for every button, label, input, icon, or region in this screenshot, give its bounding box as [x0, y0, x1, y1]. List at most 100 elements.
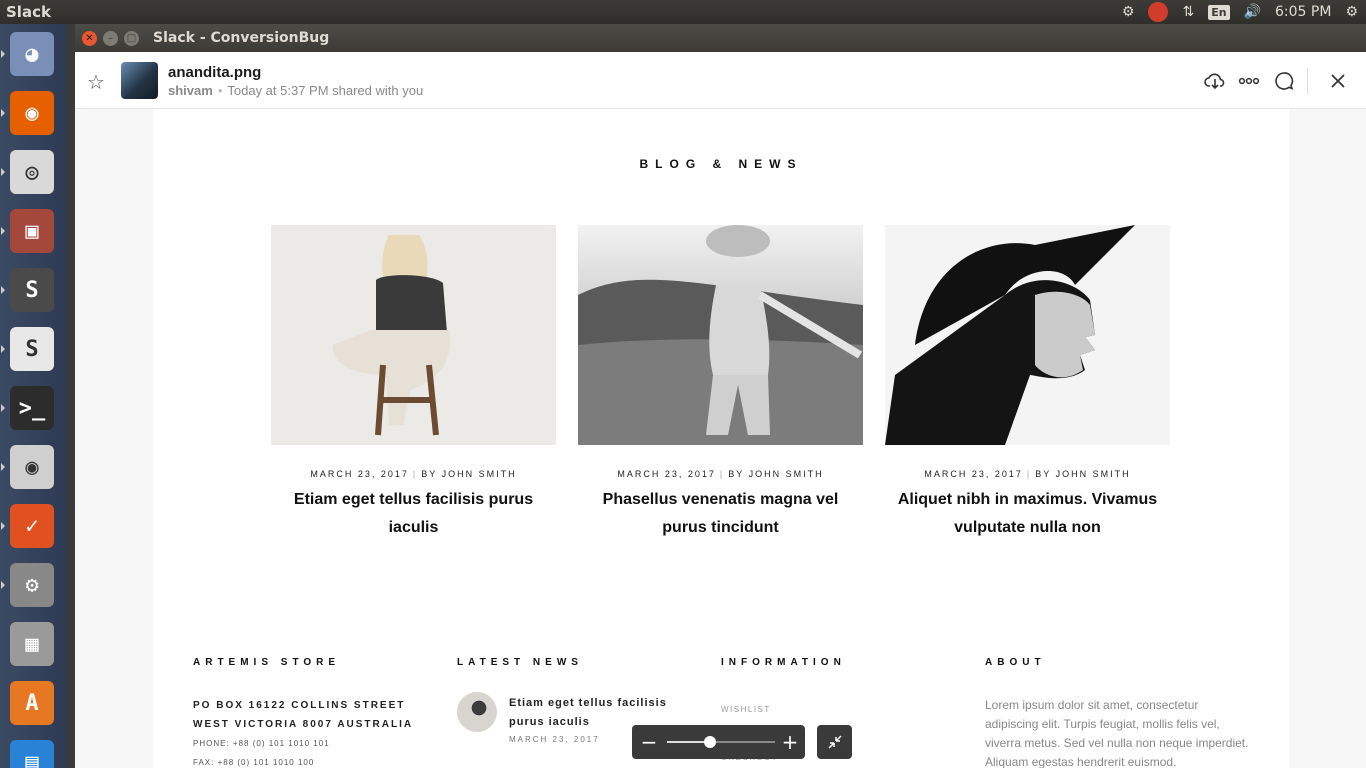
launcher-item[interactable]: S — [6, 264, 58, 316]
software-center-icon: A — [10, 681, 54, 725]
footer-news-heading: LATEST NEWS — [457, 657, 583, 668]
shared-image: BLOG & NEWS MARCH 23, 2017 | BY JOHN SMITH… — [153, 109, 1289, 768]
launcher-item[interactable]: >_ — [6, 382, 58, 434]
collapse-fit-button[interactable] — [817, 725, 852, 759]
post-photo-hat-portrait — [885, 225, 1170, 445]
avatar[interactable] — [121, 62, 158, 99]
zoom-slider-handle[interactable] — [704, 736, 716, 748]
share-time: Today at 5:37 PM shared with you — [227, 83, 424, 98]
zoom-slider[interactable] — [667, 736, 775, 748]
keyboard-layout-indicator[interactable]: En — [1208, 4, 1230, 20]
running-indicator — [1, 581, 5, 589]
window-titlebar[interactable]: ✕ – □ Slack - ConversionBug — [75, 24, 1366, 52]
files-icon: ▣ — [10, 209, 54, 253]
post-meta: MARCH 23, 2017 | BY JOHN SMITH — [617, 469, 824, 479]
file-name: anandita.png — [168, 64, 262, 81]
post-title[interactable]: Etiam eget tellus facilisis purus iaculi… — [271, 486, 556, 542]
blog-post: MARCH 23, 2017 | BY JOHN SMITH Etiam eget … — [271, 225, 556, 542]
download-icon[interactable] — [1203, 69, 1227, 93]
calculator-icon: ▦ — [10, 622, 54, 666]
more-options-icon[interactable] — [1237, 69, 1261, 93]
firefox-icon: ◉ — [10, 91, 54, 135]
window-minimize-button[interactable]: – — [103, 30, 118, 46]
inkscape-icon: ✓ — [10, 504, 54, 548]
post-date: MARCH 23, 2017 — [310, 469, 409, 479]
transfer-arrows-icon[interactable]: ⇅ — [1182, 4, 1194, 20]
indicator-area: ⚙ ⇅ En 🔊 6:05 PM ⚙ — [1122, 0, 1358, 24]
launcher-item[interactable]: ◕ — [6, 28, 58, 80]
running-indicator — [1, 522, 5, 530]
running-indicator — [1, 50, 5, 58]
footer-information-heading: INFORMATION — [721, 657, 846, 668]
file-owner[interactable]: shivam — [168, 83, 213, 98]
post-author[interactable]: BY JOHN SMITH — [728, 469, 823, 479]
collapse-arrows-icon — [827, 735, 842, 749]
power-settings-icon[interactable]: ⚙ — [1345, 4, 1358, 20]
network-error-icon[interactable] — [1148, 2, 1169, 22]
launcher-item[interactable]: ◎ — [6, 146, 58, 198]
launcher-item[interactable]: A — [6, 677, 58, 729]
launcher-item[interactable]: ⚙ — [6, 559, 58, 611]
post-date: MARCH 23, 2017 — [924, 469, 1023, 479]
news-thumbnail — [457, 692, 497, 732]
launcher-item[interactable]: S — [6, 323, 58, 375]
info-link-wishlist[interactable]: WISHLIST — [721, 698, 985, 722]
launcher-item[interactable]: ▣ — [6, 205, 58, 257]
volume-icon[interactable]: 🔊 — [1244, 4, 1261, 20]
window-maximize-button[interactable]: □ — [124, 30, 139, 46]
close-icon[interactable] — [1326, 69, 1350, 93]
footer-about-heading: ABOUT — [985, 657, 1046, 668]
system-settings-icon: ⚙ — [10, 563, 54, 607]
news-date: MARCH 23, 2017 — [509, 735, 600, 744]
image-viewer[interactable]: BLOG & NEWS MARCH 23, 2017 | BY JOHN SMITH… — [75, 109, 1366, 768]
post-title[interactable]: Phasellus venenatis magna vel purus tinc… — [578, 486, 863, 542]
store-phone: PHONE: +88 (0) 101 1010 101 — [193, 734, 457, 753]
footer-store-heading: ARTEMIS STORE — [193, 657, 341, 668]
zoom-control: − + — [632, 725, 805, 759]
launcher-item[interactable]: ◉ — [6, 87, 58, 139]
top-panel: Slack ⚙ ⇅ En 🔊 6:05 PM ⚙ — [0, 0, 1366, 24]
chrome-icon: ◎ — [10, 150, 54, 194]
launcher: ◕ ◉ ◎ ▣ S S >_ ◉ ✓ ⚙ ▦ A ▤ — [0, 24, 66, 768]
post-meta: MARCH 23, 2017 | BY JOHN SMITH — [924, 469, 1131, 479]
launcher-item[interactable]: ▤ — [6, 736, 58, 768]
address-line: PO BOX 16122 COLLINS STREET — [193, 700, 406, 711]
post-author[interactable]: BY JOHN SMITH — [421, 469, 516, 479]
footer-about-column: ABOUT Lorem ipsum dolor sit amet, consec… — [985, 657, 1249, 768]
launcher-item[interactable]: ◉ — [6, 441, 58, 493]
running-indicator — [1, 345, 5, 353]
store-fax: FAX: +88 (0) 101 1010 100 — [193, 753, 457, 768]
address-line: WEST VICTORIA 8007 AUSTRALIA — [193, 719, 414, 730]
fax-number: +88 (0) 101 1010 100 — [217, 758, 315, 767]
ubuntu-dash-icon: ◕ — [10, 32, 54, 76]
launcher-item[interactable]: ▦ — [6, 618, 58, 670]
clock[interactable]: 6:05 PM — [1275, 4, 1331, 20]
file-viewer-header: ☆ anandita.png shivam • Today at 5:37 PM s… — [75, 52, 1366, 109]
zoom-out-button[interactable]: − — [637, 730, 661, 754]
running-indicator — [1, 463, 5, 471]
store-address: PO BOX 16122 COLLINS STREET WEST VICTORI… — [193, 696, 457, 734]
active-app-title: Slack — [6, 3, 51, 21]
star-icon[interactable]: ☆ — [87, 70, 105, 94]
about-text: Lorem ipsum dolor sit amet, consectetur … — [985, 698, 1249, 768]
comment-icon[interactable] — [1272, 69, 1296, 93]
fax-label: FAX: — [193, 758, 215, 767]
window-close-button[interactable]: ✕ — [82, 30, 97, 46]
running-indicator — [1, 404, 5, 412]
running-indicator — [1, 168, 5, 176]
blog-post: MARCH 23, 2017 | BY JOHN SMITH Phasellus v… — [578, 225, 863, 542]
post-title[interactable]: Aliquet nibh in maximus. Vivamus vulputa… — [885, 486, 1170, 542]
footer-store-column: ARTEMIS STORE PO BOX 16122 COLLINS STREE… — [193, 657, 457, 768]
header-divider — [1307, 68, 1308, 94]
slack-window: ✕ – □ Slack - ConversionBug ☆ anandita.p… — [75, 24, 1366, 768]
gear-icon[interactable]: ⚙ — [1122, 4, 1135, 20]
camera-icon: ◉ — [10, 445, 54, 489]
zoom-in-button[interactable]: + — [778, 730, 802, 754]
blog-post: MARCH 23, 2017 | BY JOHN SMITH Aliquet nib… — [885, 225, 1170, 542]
post-photo-field-woman — [578, 225, 863, 445]
running-indicator — [1, 286, 5, 294]
slack-icon: S — [10, 327, 54, 371]
post-author[interactable]: BY JOHN SMITH — [1035, 469, 1130, 479]
post-photo-seated-woman — [271, 225, 556, 445]
launcher-item[interactable]: ✓ — [6, 500, 58, 552]
